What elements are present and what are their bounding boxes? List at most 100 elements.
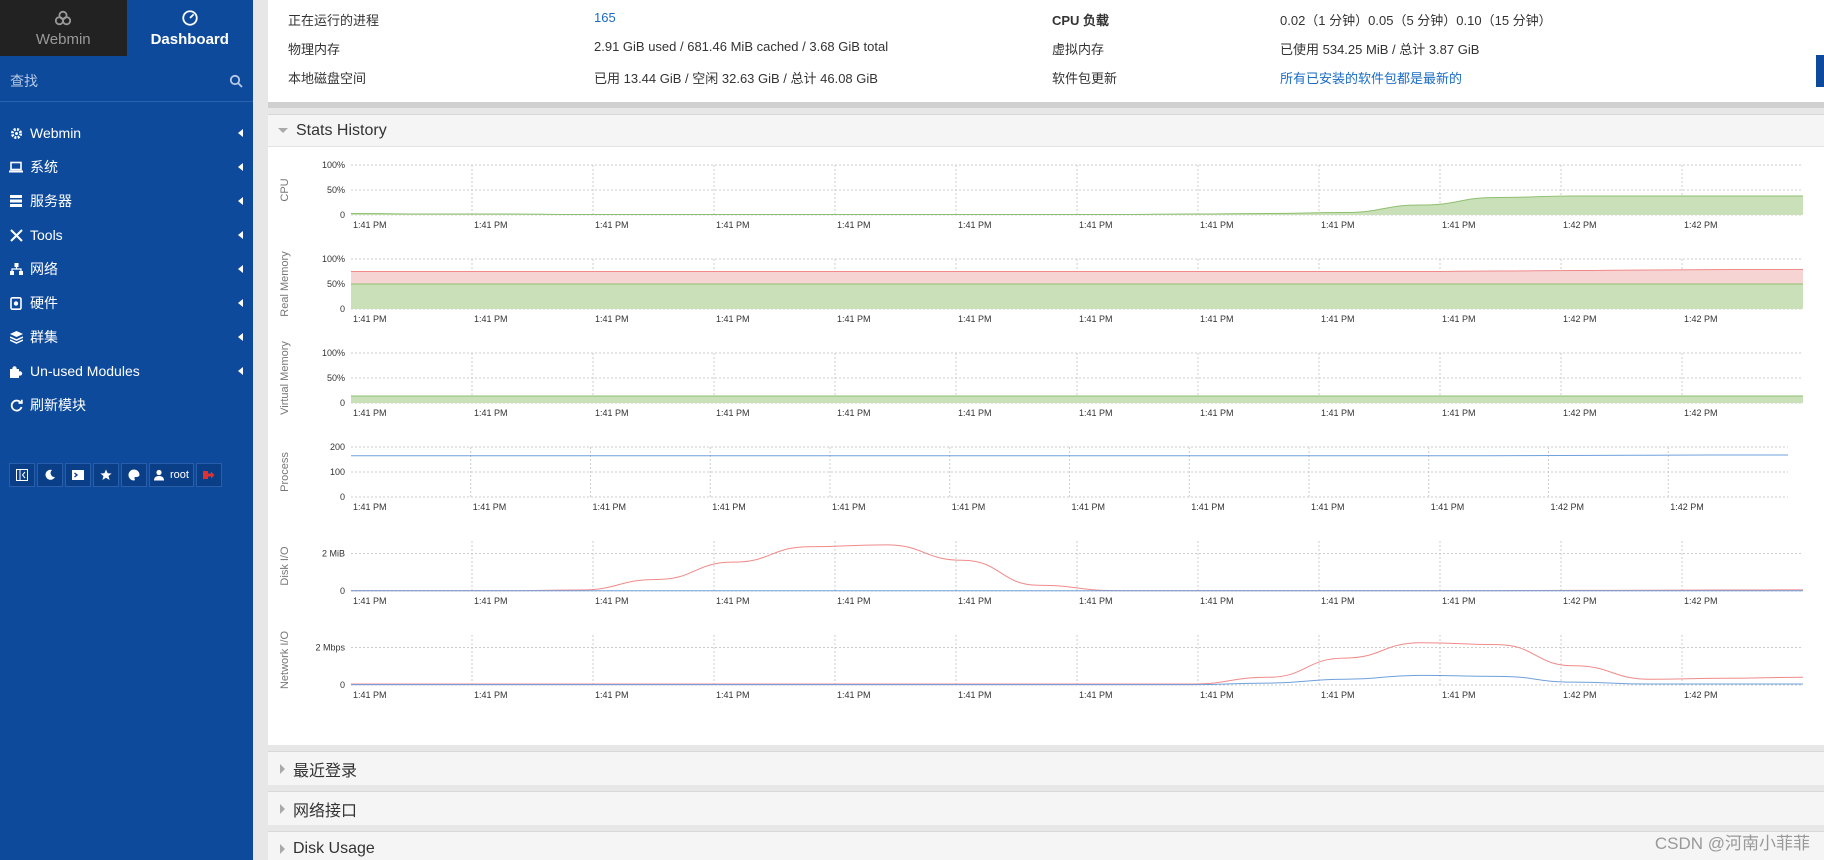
x-tick-label: 1:41 PM <box>716 690 750 700</box>
system-info-panel: 正在运行的进程 165 CPU 负载 0.02（1 分钟）0.05（5 分钟）0… <box>268 0 1824 108</box>
x-tick-label: 1:41 PM <box>473 502 507 512</box>
x-tick-label: 1:41 PM <box>958 690 992 700</box>
x-tick-label: 1:41 PM <box>1431 502 1465 512</box>
x-tick-label: 1:41 PM <box>1442 690 1476 700</box>
stats-history-body: CPU 100% 50% 0 1:41 PM 1:41 PM 1:41 PM 1:41 PM 1… <box>268 147 1824 745</box>
y-tick-label: 0 <box>340 210 345 220</box>
chart-cpu: CPU 100% 50% 0 1:41 PM 1:41 PM 1:41 PM 1:41 PM 1… <box>279 160 1803 230</box>
x-tick-label: 1:41 PM <box>1442 314 1476 324</box>
toggle-sidebar-button[interactable] <box>9 463 35 487</box>
cluster-icon <box>8 329 24 345</box>
x-tick-label: 1:41 PM <box>837 596 871 606</box>
x-tick-label: 1:41 PM <box>353 502 387 512</box>
panel-recent-logins[interactable]: 最近登录 <box>268 751 1824 785</box>
y-tick-label: 50% <box>327 279 345 289</box>
y-tick-label: 0 <box>340 680 345 690</box>
caret-left-icon <box>238 129 243 137</box>
x-tick-label: 1:41 PM <box>1079 408 1113 418</box>
user-button[interactable]: root <box>149 463 194 487</box>
processes-link[interactable]: 165 <box>594 10 616 25</box>
x-tick-label: 1:41 PM <box>1200 314 1234 324</box>
y-axis-label: Real Memory <box>279 251 291 317</box>
y-axis-label: Disk I/O <box>279 546 291 586</box>
search-input[interactable] <box>10 72 210 89</box>
x-tick-label: 1:42 PM <box>1563 690 1597 700</box>
sidebar-item-servers[interactable]: 服务器 <box>0 184 253 218</box>
x-tick-label: 1:41 PM <box>1442 408 1476 418</box>
panel-network-interfaces[interactable]: 网络接口 <box>268 791 1824 825</box>
x-tick-label: 1:41 PM <box>837 690 871 700</box>
package-updates-link[interactable]: 所有已安装的软件包都是最新的 <box>1280 68 1462 87</box>
y-tick-label: 100% <box>322 160 345 170</box>
chart-network-i-o: Network I/O 2 Mbps 0 1:41 PM 1:41 PM 1:41 PM 1… <box>279 631 1804 700</box>
x-tick-label: 1:41 PM <box>593 502 627 512</box>
x-tick-label: 1:41 PM <box>595 690 629 700</box>
theme-button[interactable] <box>121 463 147 487</box>
sidebar-item-label: 服务器 <box>30 193 72 209</box>
x-tick-label: 1:41 PM <box>837 220 871 230</box>
info-value: 2.91 GiB used / 681.46 MiB cached / 3.68… <box>594 39 889 54</box>
sidebar-item-network[interactable]: 网络 <box>0 252 253 286</box>
info-row: 物理内存 2.91 GiB used / 681.46 MiB cached /… <box>268 39 1824 59</box>
chart-virtual-memory: Virtual Memory 100% 50% 0 1:41 PM 1:41 PM 1:41… <box>279 341 1803 418</box>
hardware-icon <box>8 295 24 311</box>
x-tick-label: 1:41 PM <box>712 502 746 512</box>
x-tick-label: 1:42 PM <box>1563 314 1597 324</box>
x-tick-label: 1:41 PM <box>958 314 992 324</box>
caret-left-icon <box>238 265 243 273</box>
x-tick-label: 1:41 PM <box>958 408 992 418</box>
x-tick-label: 1:41 PM <box>595 220 629 230</box>
panel-title: Disk Usage <box>293 839 375 857</box>
terminal-button[interactable] <box>65 463 91 487</box>
y-tick-label: 0 <box>340 586 345 596</box>
y-tick-label: 2 Mbps <box>315 643 345 653</box>
caret-left-icon <box>238 197 243 205</box>
stats-charts: CPU 100% 50% 0 1:41 PM 1:41 PM 1:41 PM 1:41 PM 1… <box>279 160 1804 700</box>
x-tick-label: 1:41 PM <box>716 408 750 418</box>
sidebar-item-label: 系统 <box>30 159 58 175</box>
stats-history-header[interactable]: Stats History <box>268 115 1824 147</box>
star-icon <box>100 469 112 480</box>
favorites-button[interactable] <box>93 463 119 487</box>
sidebar-item-refresh-modules[interactable]: 刷新模块 <box>0 388 253 422</box>
tools-icon <box>8 227 24 243</box>
sidebar-item-cluster[interactable]: 群集 <box>0 320 253 354</box>
sidebar-item-label: Webmin <box>30 125 82 141</box>
x-tick-label: 1:41 PM <box>595 314 629 324</box>
info-label: 本地磁盘空间 <box>288 71 367 86</box>
sidebar-item-label: 群集 <box>30 329 58 345</box>
x-tick-label: 1:41 PM <box>1200 220 1234 230</box>
sidebar-item-unused-modules[interactable]: Un-used Modules <box>0 354 253 388</box>
tab-webmin[interactable]: Webmin <box>0 0 127 56</box>
x-tick-label: 1:41 PM <box>1191 502 1225 512</box>
sidebar-item-tools[interactable]: Tools <box>0 218 253 252</box>
caret-left-icon <box>238 367 243 375</box>
y-axis-label: CPU <box>279 178 291 201</box>
x-tick-label: 1:42 PM <box>1563 220 1597 230</box>
puzzle-icon <box>8 363 24 379</box>
x-tick-label: 1:41 PM <box>958 220 992 230</box>
y-axis-label: Network I/O <box>279 631 291 690</box>
x-tick-label: 1:41 PM <box>716 314 750 324</box>
caret-left-icon <box>238 163 243 171</box>
x-tick-label: 1:42 PM <box>1563 408 1597 418</box>
caret-left-icon <box>238 231 243 239</box>
sidebar-item-webmin[interactable]: Webmin <box>0 116 253 150</box>
right-edge-tab[interactable] <box>1816 55 1824 87</box>
x-tick-label: 1:41 PM <box>1311 502 1345 512</box>
y-tick-label: 100 <box>330 467 345 477</box>
tab-dashboard[interactable]: Dashboard <box>126 0 253 56</box>
info-value: 0.02（1 分钟）0.05（5 分钟）0.10（15 分钟） <box>1280 13 1552 28</box>
x-tick-label: 1:41 PM <box>1200 596 1234 606</box>
sidebar-item-system[interactable]: 系统 <box>0 150 253 184</box>
sidebar-item-hardware[interactable]: 硬件 <box>0 286 253 320</box>
x-tick-label: 1:41 PM <box>595 408 629 418</box>
x-tick-label: 1:41 PM <box>1442 596 1476 606</box>
panel-disk-usage[interactable]: Disk Usage <box>268 831 1824 860</box>
search-icon[interactable] <box>229 74 243 88</box>
info-label: 虚拟内存 <box>1052 42 1105 57</box>
watermark: CSDN @河南小菲菲 <box>1654 834 1810 853</box>
logout-button[interactable] <box>195 463 222 487</box>
x-tick-label: 1:41 PM <box>1321 314 1355 324</box>
night-mode-button[interactable] <box>37 463 63 487</box>
